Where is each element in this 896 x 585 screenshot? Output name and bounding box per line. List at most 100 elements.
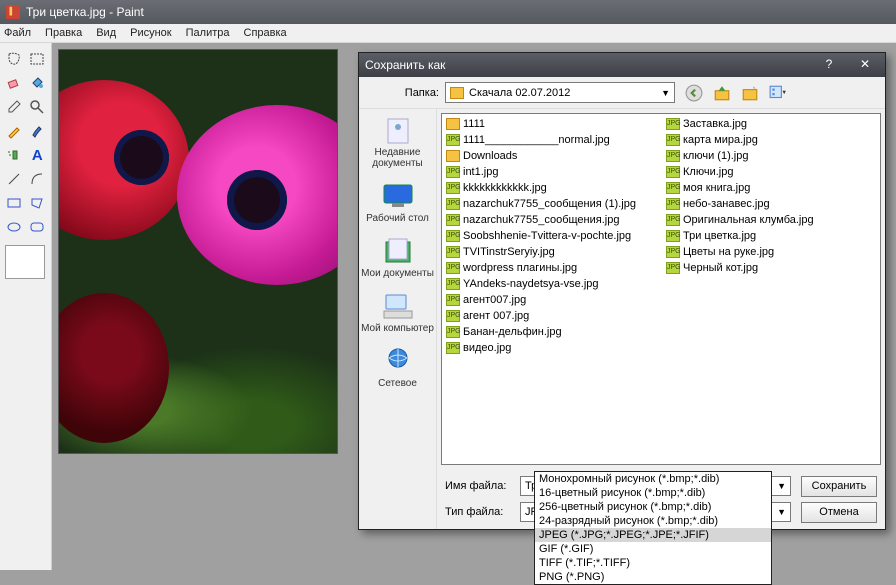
file-item[interactable]: JPGYAndeks-naydetsya-vse.jpg bbox=[446, 276, 658, 292]
brush-tool[interactable] bbox=[27, 120, 49, 142]
place-desktop[interactable]: Рабочий стол bbox=[359, 181, 436, 224]
dialog-titlebar[interactable]: Сохранить как ? ✕ bbox=[359, 53, 885, 77]
filetype-dropdown[interactable]: Монохромный рисунок (*.bmp;*.dib)16-цвет… bbox=[534, 471, 772, 585]
file-item[interactable]: JPGSoobshhenie-Tvittera-v-pochte.jpg bbox=[446, 228, 658, 244]
filetype-option[interactable]: 24-разрядный рисунок (*.bmp;*.dib) bbox=[535, 514, 771, 528]
folder-combo[interactable]: Скачала 02.07.2012 ▼ bbox=[445, 82, 675, 103]
filetype-option[interactable]: GIF (*.GIF) bbox=[535, 542, 771, 556]
curve-tool[interactable] bbox=[27, 168, 49, 190]
filetype-label: Тип файла: bbox=[445, 506, 520, 518]
picker-tool[interactable] bbox=[3, 96, 25, 118]
file-item[interactable]: JPGTVITinstrSeryiy.jpg bbox=[446, 244, 658, 260]
file-item[interactable]: JPGвидео.jpg bbox=[446, 340, 658, 356]
paint-app-icon bbox=[6, 5, 20, 19]
canvas-image[interactable] bbox=[58, 49, 338, 454]
pencil-tool[interactable] bbox=[3, 120, 25, 142]
file-item[interactable]: JPGЧерный кот.jpg bbox=[666, 260, 814, 276]
rect-select-tool[interactable] bbox=[27, 48, 49, 70]
file-item[interactable]: JPGint1.jpg bbox=[446, 164, 658, 180]
jpg-icon: JPG bbox=[666, 134, 680, 146]
filetype-option[interactable]: 256-цветный рисунок (*.bmp;*.dib) bbox=[535, 500, 771, 514]
jpg-icon: JPG bbox=[666, 214, 680, 226]
file-item[interactable]: JPGwordpress плагины.jpg bbox=[446, 260, 658, 276]
jpg-icon: JPG bbox=[666, 150, 680, 162]
freeform-select-tool[interactable] bbox=[3, 48, 25, 70]
chevron-down-icon: ▼ bbox=[777, 481, 786, 491]
menu-view[interactable]: Вид bbox=[96, 27, 116, 39]
jpg-icon: JPG bbox=[446, 166, 460, 178]
file-item[interactable]: JPGкарта мира.jpg bbox=[666, 132, 814, 148]
view-menu-button[interactable] bbox=[769, 84, 787, 102]
place-network[interactable]: Сетевое bbox=[359, 346, 436, 389]
file-item[interactable]: JPGТри цветка.jpg bbox=[666, 228, 814, 244]
file-item[interactable]: JPGмоя книга.jpg bbox=[666, 180, 814, 196]
ellipse-tool[interactable] bbox=[3, 216, 25, 238]
file-item[interactable]: 1111 bbox=[446, 116, 658, 132]
line-tool[interactable] bbox=[3, 168, 25, 190]
chevron-down-icon: ▼ bbox=[777, 507, 786, 517]
rectangle-tool[interactable] bbox=[3, 192, 25, 214]
new-folder-button[interactable] bbox=[741, 84, 759, 102]
menu-file[interactable]: Файл bbox=[4, 27, 31, 39]
menu-image[interactable]: Рисунок bbox=[130, 27, 172, 39]
file-item[interactable]: JPGЗаставка.jpg bbox=[666, 116, 814, 132]
file-item[interactable]: JPGагент007.jpg bbox=[446, 292, 658, 308]
fill-tool[interactable] bbox=[27, 72, 49, 94]
folder-icon bbox=[446, 118, 460, 130]
save-as-dialog: Сохранить как ? ✕ Папка: Скачала 02.07.2… bbox=[358, 52, 886, 530]
dialog-help-button[interactable]: ? bbox=[815, 57, 843, 73]
file-item[interactable]: JPGагент 007.jpg bbox=[446, 308, 658, 324]
magnifier-tool[interactable] bbox=[27, 96, 49, 118]
file-item[interactable]: JPGОригинальная клумба.jpg bbox=[666, 212, 814, 228]
places-bar: Недавние документы Рабочий стол Мои доку… bbox=[359, 109, 437, 529]
filetype-option[interactable]: Монохромный рисунок (*.bmp;*.dib) bbox=[535, 472, 771, 486]
airbrush-tool[interactable] bbox=[3, 144, 25, 166]
up-folder-button[interactable] bbox=[713, 84, 731, 102]
polygon-tool[interactable] bbox=[27, 192, 49, 214]
filetype-option[interactable]: PNG (*.PNG) bbox=[535, 570, 771, 584]
file-item[interactable]: JPGkkkkkkkkkkkk.jpg bbox=[446, 180, 658, 196]
file-item[interactable]: JPG1111____________normal.jpg bbox=[446, 132, 658, 148]
file-item[interactable]: JPGключи (1).jpg bbox=[666, 148, 814, 164]
filetype-option[interactable]: TIFF (*.TIF;*.TIFF) bbox=[535, 556, 771, 570]
file-item[interactable]: JPGЦветы на руке.jpg bbox=[666, 244, 814, 260]
menu-help[interactable]: Справка bbox=[244, 27, 287, 39]
back-button[interactable] bbox=[685, 84, 703, 102]
eraser-tool[interactable] bbox=[3, 72, 25, 94]
jpg-icon: JPG bbox=[446, 326, 460, 338]
place-mydocs[interactable]: Мои документы bbox=[359, 236, 436, 279]
menu-palette[interactable]: Палитра bbox=[186, 27, 230, 39]
dialog-close-button[interactable]: ✕ bbox=[851, 57, 879, 73]
filetype-option[interactable]: JPEG (*.JPG;*.JPEG;*.JPE;*.JFIF) bbox=[535, 528, 771, 542]
file-item[interactable]: JPGнебо-занавес.jpg bbox=[666, 196, 814, 212]
file-list[interactable]: 1111JPG1111____________normal.jpgDownloa… bbox=[441, 113, 881, 465]
file-item[interactable]: JPGБанан-дельфин.jpg bbox=[446, 324, 658, 340]
place-recent[interactable]: Недавние документы bbox=[359, 115, 436, 169]
rounded-rect-tool[interactable] bbox=[27, 216, 49, 238]
tool-options-box bbox=[5, 245, 45, 279]
text-tool[interactable]: A bbox=[27, 144, 49, 166]
app-title: Три цветка.jpg - Paint bbox=[26, 5, 144, 19]
app-titlebar: Три цветка.jpg - Paint bbox=[0, 0, 896, 24]
jpg-icon: JPG bbox=[446, 342, 460, 354]
jpg-icon: JPG bbox=[666, 230, 680, 242]
folder-icon bbox=[446, 150, 460, 162]
filetype-option[interactable]: 16-цветный рисунок (*.bmp;*.dib) bbox=[535, 486, 771, 500]
menu-edit[interactable]: Правка bbox=[45, 27, 82, 39]
cancel-button[interactable]: Отмена bbox=[801, 502, 877, 523]
file-item[interactable]: JPGnazarchuk7755_сообщения (1).jpg bbox=[446, 196, 658, 212]
jpg-icon: JPG bbox=[446, 246, 460, 258]
jpg-icon: JPG bbox=[666, 166, 680, 178]
jpg-icon: JPG bbox=[666, 118, 680, 130]
menubar: Файл Правка Вид Рисунок Палитра Справка bbox=[0, 24, 896, 43]
jpg-icon: JPG bbox=[666, 182, 680, 194]
filename-label: Имя файла: bbox=[445, 480, 520, 492]
file-item[interactable]: JPGnazarchuk7755_сообщения.jpg bbox=[446, 212, 658, 228]
save-button[interactable]: Сохранить bbox=[801, 476, 877, 497]
jpg-icon: JPG bbox=[446, 278, 460, 290]
jpg-icon: JPG bbox=[446, 294, 460, 306]
folder-value: Скачала 02.07.2012 bbox=[469, 87, 570, 99]
place-mycomputer[interactable]: Мой компьютер bbox=[359, 291, 436, 334]
file-item[interactable]: JPGКлючи.jpg bbox=[666, 164, 814, 180]
file-item[interactable]: Downloads bbox=[446, 148, 658, 164]
